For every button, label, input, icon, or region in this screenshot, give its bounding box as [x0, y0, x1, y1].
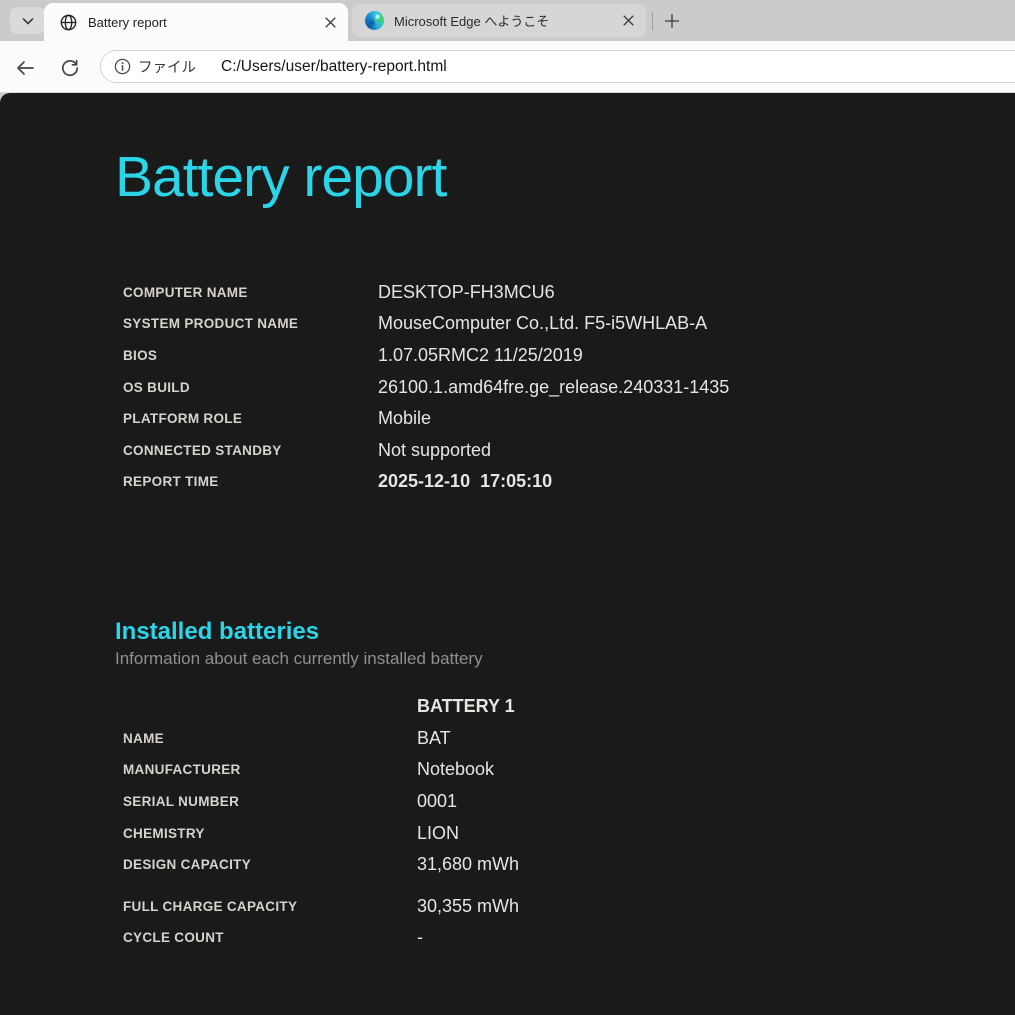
row-value: Notebook — [417, 759, 494, 780]
table-row: DESIGN CAPACITY 31,680 mWh — [115, 849, 995, 881]
site-chip-label: ファイル — [138, 56, 196, 77]
site-info-chip[interactable]: ファイル — [114, 56, 196, 77]
edge-logo-icon — [365, 11, 384, 30]
row-label: MANUFACTURER — [115, 762, 417, 777]
tab-close-icon[interactable] — [619, 12, 637, 30]
row-label: BIOS — [115, 348, 378, 363]
tab-title: Battery report — [88, 15, 321, 30]
row-value: 31,680 mWh — [417, 854, 519, 875]
row-label: COMPUTER NAME — [115, 285, 378, 300]
row-value: Mobile — [378, 408, 431, 429]
table-row: MANUFACTURER Notebook — [115, 754, 995, 786]
table-row: CHEMISTRY LION — [115, 817, 995, 849]
row-label: CYCLE COUNT — [115, 930, 417, 945]
row-label: DESIGN CAPACITY — [115, 857, 417, 872]
table-header-row: BATTERY 1 — [115, 691, 995, 723]
reload-button[interactable] — [58, 56, 82, 80]
table-row: PLATFORM ROLE Mobile — [115, 403, 995, 435]
row-label: OS BUILD — [115, 380, 378, 395]
new-tab-button[interactable] — [661, 10, 683, 32]
row-label: REPORT TIME — [115, 474, 378, 489]
reload-icon — [60, 58, 80, 78]
plus-icon — [664, 13, 680, 29]
row-value: LION — [417, 823, 459, 844]
installed-batteries-table: BATTERY 1 NAME BAT MANUFACTURER Notebook… — [115, 691, 995, 954]
row-value: DESKTOP-FH3MCU6 — [378, 282, 555, 303]
back-arrow-icon — [14, 57, 36, 79]
row-label: NAME — [115, 731, 417, 746]
row-label: SERIAL NUMBER — [115, 794, 417, 809]
globe-icon — [59, 13, 78, 32]
table-row: SYSTEM PRODUCT NAME MouseComputer Co.,Lt… — [115, 308, 995, 340]
row-value: BAT — [417, 728, 451, 749]
row-label: PLATFORM ROLE — [115, 411, 378, 426]
row-value: 30,355 mWh — [417, 896, 519, 917]
table-row: SERIAL NUMBER 0001 — [115, 786, 995, 818]
tab-search-button[interactable] — [10, 7, 45, 34]
tab-close-icon[interactable] — [321, 13, 339, 31]
table-row: CYCLE COUNT - — [115, 922, 995, 954]
tab-title: Microsoft Edge へようこそ — [394, 11, 619, 30]
row-value: 0001 — [417, 791, 457, 812]
battery-column-header: BATTERY 1 — [417, 696, 515, 717]
row-label: CHEMISTRY — [115, 826, 417, 841]
section-heading-installed-batteries: Installed batteries — [115, 616, 995, 647]
report-time-value: 2025-12-10 17:05:10 — [378, 471, 552, 492]
table-row: FULL CHARGE CAPACITY 30,355 mWh — [115, 890, 995, 922]
tab-edge-welcome[interactable]: Microsoft Edge へようこそ — [352, 4, 646, 37]
row-label: SYSTEM PRODUCT NAME — [115, 316, 378, 331]
system-info-table: COMPUTER NAME DESKTOP-FH3MCU6 SYSTEM PRO… — [115, 277, 995, 498]
chevron-down-icon — [20, 13, 36, 29]
table-row: OS BUILD 26100.1.amd64fre.ge_release.240… — [115, 371, 995, 403]
url-text: C:/Users/user/battery-report.html — [221, 58, 447, 76]
table-row: NAME BAT — [115, 722, 995, 754]
table-row: COMPUTER NAME DESKTOP-FH3MCU6 — [115, 277, 995, 309]
table-row: CONNECTED STANDBY Not supported — [115, 435, 995, 467]
info-icon — [114, 58, 131, 75]
row-label: FULL CHARGE CAPACITY — [115, 899, 417, 914]
section-subtitle: Information about each currently install… — [115, 649, 995, 669]
back-button[interactable] — [13, 56, 37, 80]
row-value: Not supported — [378, 440, 491, 461]
row-value: 26100.1.amd64fre.ge_release.240331-1435 — [378, 377, 729, 398]
tab-divider — [652, 12, 653, 30]
page-title: Battery report — [115, 145, 995, 211]
row-value: 1.07.05RMC2 11/25/2019 — [378, 345, 583, 366]
row-value: MouseComputer Co.,Ltd. F5-i5WHLAB-A — [378, 313, 707, 334]
table-row: BIOS 1.07.05RMC2 11/25/2019 — [115, 340, 995, 372]
web-content: Battery report COMPUTER NAME DESKTOP-FH3… — [0, 93, 1015, 1015]
table-row: REPORT TIME 2025-12-10 17:05:10 — [115, 466, 995, 498]
tab-battery-report[interactable]: Battery report — [44, 3, 348, 41]
tab-strip: Battery report Microsoft Edge へようこそ — [0, 0, 1015, 41]
address-input[interactable]: ファイル C:/Users/user/battery-report.html — [100, 50, 1015, 83]
row-value: - — [417, 927, 423, 948]
row-label: CONNECTED STANDBY — [115, 443, 378, 458]
address-bar: ファイル C:/Users/user/battery-report.html — [0, 41, 1015, 93]
